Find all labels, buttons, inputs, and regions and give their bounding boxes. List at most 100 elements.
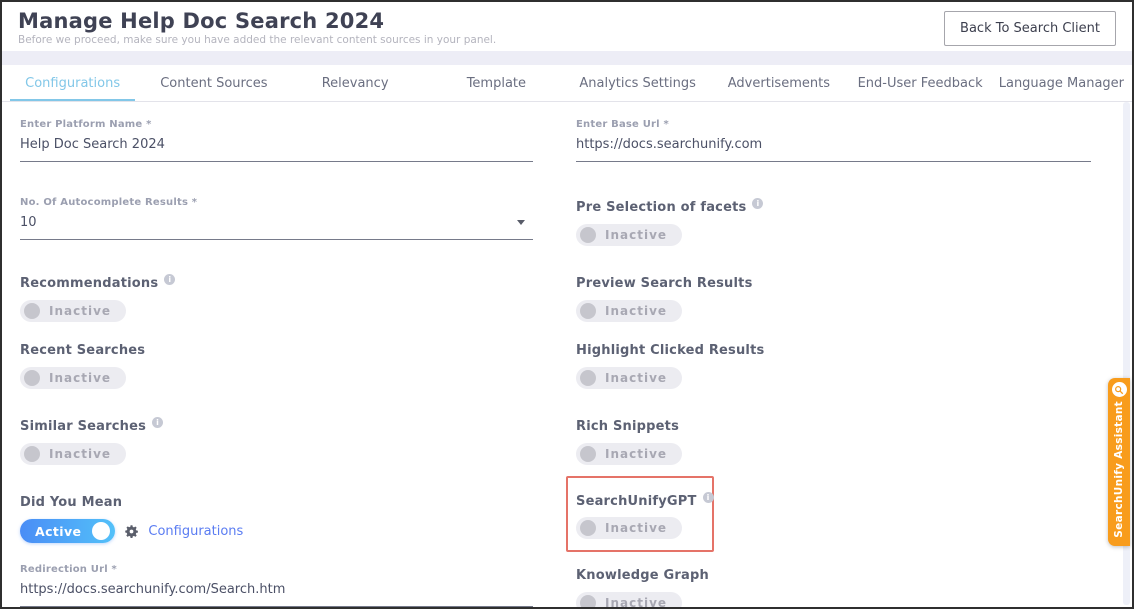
knowledge-graph-label: Knowledge Graph — [576, 568, 709, 583]
toggle-knob — [580, 520, 596, 536]
similar-searches-toggle[interactable]: Inactive — [20, 443, 126, 465]
rich-snippets-title: Rich Snippets — [576, 419, 679, 434]
toggle-knob — [580, 370, 596, 386]
tab-analytics-settings[interactable]: Analytics Settings — [567, 65, 708, 101]
settings-tabbar: Configurations Content Sources Relevancy… — [2, 65, 1132, 102]
configurations-form: Enter Platform Name * Help Doc Search 20… — [2, 102, 1132, 609]
toggle-state-label: Inactive — [49, 371, 111, 385]
base-url-label: Enter Base Url * — [576, 119, 1091, 130]
info-icon[interactable] — [164, 274, 175, 285]
rich-snippets-label: Rich Snippets — [576, 419, 679, 434]
platform-name-label: Enter Platform Name * — [20, 119, 533, 130]
toggle-state-label: Inactive — [605, 521, 667, 535]
recent-searches-section: Recent Searches Inactive — [20, 324, 533, 400]
highlight-clicked-results-toggle[interactable]: Inactive — [576, 367, 682, 389]
info-icon[interactable] — [752, 198, 763, 209]
assistant-tab-label: SearchUnify Assistant — [1113, 401, 1125, 538]
platform-name-value: Help Doc Search 2024 — [20, 137, 165, 152]
tab-advertisements[interactable]: Advertisements — [708, 65, 849, 101]
recommendations-title: Recommendations — [20, 276, 175, 291]
searchunify-gpt-title: SearchUnifyGPT — [576, 494, 714, 509]
knowledge-graph-title: Knowledge Graph — [576, 568, 709, 583]
pre-selection-of-facets-section: Pre Selection of facets Inactive — [576, 187, 1091, 257]
toggle-knob — [24, 446, 40, 462]
pre-selection-of-facets-label: Pre Selection of facets — [576, 200, 746, 215]
tab-relevancy[interactable]: Relevancy — [285, 65, 426, 101]
page-header: Manage Help Doc Search 2024 Before we pr… — [2, 2, 1132, 51]
platform-name-input[interactable]: Help Doc Search 2024 — [20, 130, 533, 162]
knowledge-graph-section: Knowledge Graph Inactive — [576, 552, 1091, 609]
pre-selection-of-facets-title: Pre Selection of facets — [576, 200, 763, 215]
did-you-mean-controls: Active Configurations — [20, 519, 533, 543]
toggle-knob — [580, 446, 596, 462]
header-divider-strip — [2, 51, 1132, 65]
gear-icon[interactable] — [124, 524, 139, 539]
toggle-knob — [580, 303, 596, 319]
recent-searches-title: Recent Searches — [20, 343, 145, 358]
similar-searches-title: Similar Searches — [20, 419, 163, 434]
toggle-state-label: Inactive — [49, 447, 111, 461]
recommendations-section: Recommendations Inactive — [20, 257, 533, 324]
chevron-down-icon[interactable] — [517, 220, 525, 225]
base-url-field: Enter Base Url * https://docs.searchunif… — [576, 102, 1091, 187]
info-icon[interactable] — [152, 417, 163, 428]
autocomplete-results-field: No. Of Autocomplete Results * 10 — [20, 187, 533, 257]
similar-searches-section: Similar Searches Inactive — [20, 400, 533, 476]
similar-searches-label: Similar Searches — [20, 419, 146, 434]
highlight-clicked-results-section: Highlight Clicked Results Inactive — [576, 324, 1091, 400]
preview-search-results-toggle[interactable]: Inactive — [576, 300, 682, 322]
tab-end-user-feedback[interactable]: End-User Feedback — [850, 65, 991, 101]
preview-search-results-title: Preview Search Results — [576, 276, 753, 291]
highlight-clicked-results-title: Highlight Clicked Results — [576, 343, 764, 358]
assistant-logo-icon — [1112, 382, 1127, 397]
info-icon[interactable] — [703, 492, 714, 503]
autocomplete-results-select[interactable]: 10 — [20, 208, 533, 240]
did-you-mean-toggle[interactable]: Active — [20, 519, 115, 543]
redirection-url-input[interactable]: https://docs.searchunify.com/Search.htm — [20, 575, 533, 607]
page-subtitle: Before we proceed, make sure you have ad… — [18, 34, 496, 46]
rich-snippets-toggle[interactable]: Inactive — [576, 443, 682, 465]
toggle-state-label: Inactive — [605, 447, 667, 461]
back-to-search-client-button[interactable]: Back To Search Client — [944, 11, 1116, 46]
redirection-url-value: https://docs.searchunify.com/Search.htm — [20, 582, 285, 597]
did-you-mean-section: Did You Mean Active Configurations — [20, 476, 533, 552]
highlight-clicked-results-label: Highlight Clicked Results — [576, 343, 764, 358]
did-you-mean-title: Did You Mean — [20, 495, 122, 510]
toggle-state-label: Inactive — [49, 304, 111, 318]
did-you-mean-label: Did You Mean — [20, 495, 122, 510]
base-url-value: https://docs.searchunify.com — [576, 137, 762, 152]
toggle-knob — [580, 595, 596, 609]
toggle-knob — [24, 370, 40, 386]
rich-snippets-section: Rich Snippets Inactive — [576, 400, 1091, 476]
manage-search-client-window: Manage Help Doc Search 2024 Before we pr… — [0, 0, 1134, 609]
knowledge-graph-toggle[interactable]: Inactive — [576, 592, 682, 609]
preview-search-results-label: Preview Search Results — [576, 276, 753, 291]
toggle-state-label: Active — [35, 524, 81, 539]
searchunify-gpt-section: SearchUnifyGPT Inactive — [576, 476, 1091, 552]
toggle-state-label: Inactive — [605, 596, 667, 609]
preview-search-results-section: Preview Search Results Inactive — [576, 257, 1091, 324]
did-you-mean-configurations-link[interactable]: Configurations — [148, 524, 243, 539]
tab-content-sources[interactable]: Content Sources — [143, 65, 284, 101]
toggle-knob — [92, 522, 110, 540]
pre-selection-of-facets-toggle[interactable]: Inactive — [576, 224, 682, 246]
toggle-knob — [24, 303, 40, 319]
autocomplete-results-label: No. Of Autocomplete Results * — [20, 197, 533, 208]
toggle-state-label: Inactive — [605, 228, 667, 242]
searchunify-gpt-toggle[interactable]: Inactive — [576, 517, 682, 539]
autocomplete-results-value: 10 — [20, 215, 37, 230]
toggle-state-label: Inactive — [605, 304, 667, 318]
tab-template[interactable]: Template — [426, 65, 567, 101]
searchunify-gpt-highlight-box: SearchUnifyGPT Inactive — [566, 476, 714, 552]
platform-name-field: Enter Platform Name * Help Doc Search 20… — [20, 102, 533, 187]
searchunify-assistant-tab[interactable]: SearchUnify Assistant — [1108, 378, 1130, 546]
tab-language-manager[interactable]: Language Manager — [991, 65, 1132, 101]
base-url-input[interactable]: https://docs.searchunify.com — [576, 130, 1091, 162]
recommendations-label: Recommendations — [20, 276, 158, 291]
recent-searches-toggle[interactable]: Inactive — [20, 367, 126, 389]
recommendations-toggle[interactable]: Inactive — [20, 300, 126, 322]
tab-configurations[interactable]: Configurations — [2, 65, 143, 101]
redirection-url-field: Redirection Url * https://docs.searchuni… — [20, 552, 533, 609]
redirection-url-label: Redirection Url * — [20, 564, 533, 575]
page-title: Manage Help Doc Search 2024 — [18, 9, 496, 33]
